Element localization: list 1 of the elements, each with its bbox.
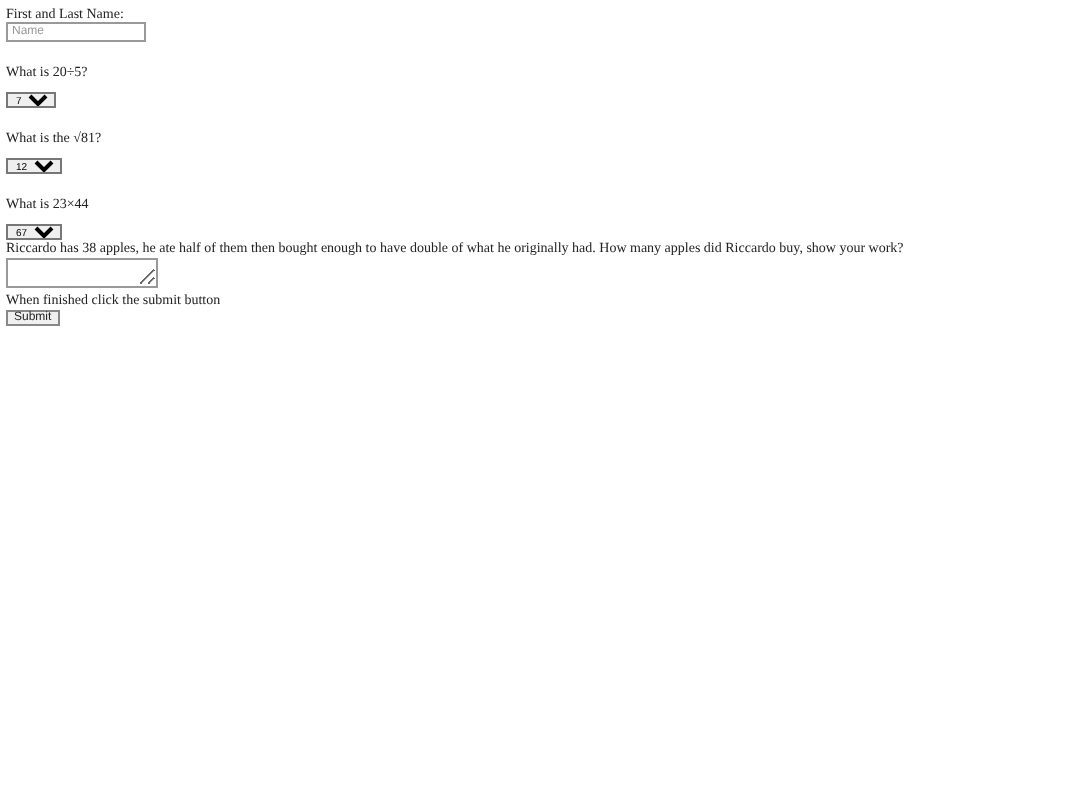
answer-box[interactable] [6, 258, 158, 288]
